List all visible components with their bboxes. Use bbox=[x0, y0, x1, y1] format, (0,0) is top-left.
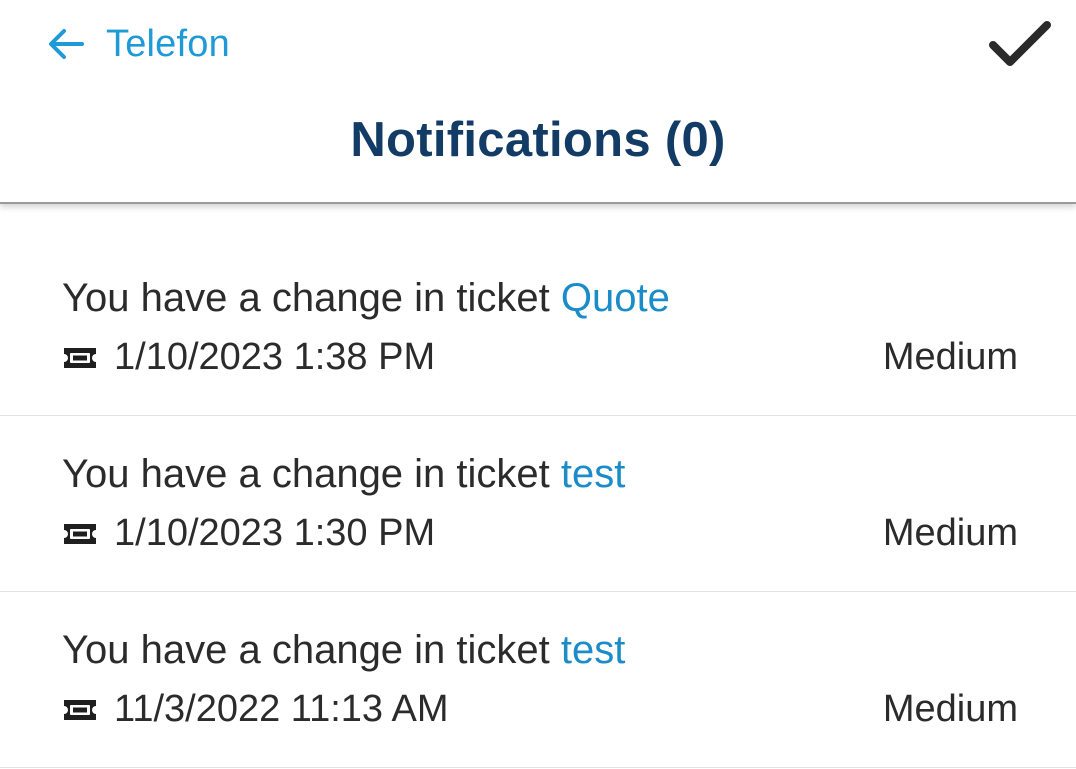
ticket-link[interactable]: test bbox=[561, 452, 625, 496]
arrow-left-icon bbox=[49, 29, 84, 59]
message-prefix: You have a change in ticket bbox=[62, 276, 550, 320]
notifications-screen: Telefon Notifications (0) You have a cha… bbox=[0, 0, 1076, 769]
ticket-icon bbox=[64, 347, 96, 368]
notification-meta: 1/10/2023 1:38 PM bbox=[62, 336, 435, 379]
notification-meta: 1/10/2023 1:30 PM bbox=[62, 512, 435, 555]
page-title: Notifications (0) bbox=[0, 112, 1076, 168]
notification-datetime: 1/10/2023 1:30 PM bbox=[114, 512, 436, 554]
notification-item[interactable]: You have a change in ticket test 1/10/20… bbox=[0, 416, 1076, 592]
ticket-icon bbox=[64, 523, 96, 544]
message-prefix: You have a change in ticket bbox=[62, 452, 550, 496]
notification-message: You have a change in ticket test bbox=[62, 628, 625, 673]
notification-count: (0) bbox=[664, 113, 726, 167]
ticket-link[interactable]: Quote bbox=[561, 276, 670, 320]
back-label: Telefon bbox=[106, 22, 230, 65]
ticket-icon bbox=[64, 699, 96, 720]
notification-meta: 11/3/2022 11:13 AM bbox=[62, 688, 449, 731]
back-button[interactable]: Telefon bbox=[46, 16, 230, 72]
checkmark-icon[interactable] bbox=[988, 18, 1052, 70]
page-title-text: Notifications bbox=[350, 113, 651, 167]
message-prefix: You have a change in ticket bbox=[62, 628, 550, 672]
notification-datetime: 11/3/2022 11:13 AM bbox=[114, 688, 449, 730]
priority-label: Medium bbox=[882, 688, 1018, 730]
notification-datetime: 1/10/2023 1:38 PM bbox=[114, 336, 436, 378]
header-bar: Telefon Notifications (0) bbox=[0, 0, 1076, 204]
notification-message: You have a change in ticket test bbox=[62, 452, 625, 497]
priority-label: Medium bbox=[882, 512, 1018, 554]
notification-item[interactable]: You have a change in ticket Quote 1/10/2… bbox=[0, 240, 1076, 416]
ticket-link[interactable]: test bbox=[561, 628, 625, 672]
notification-item[interactable]: You have a change in ticket test 11/3/20… bbox=[0, 592, 1076, 768]
notification-message: You have a change in ticket Quote bbox=[62, 276, 670, 321]
priority-label: Medium bbox=[882, 336, 1018, 378]
notification-list: You have a change in ticket Quote 1/10/2… bbox=[0, 240, 1076, 768]
